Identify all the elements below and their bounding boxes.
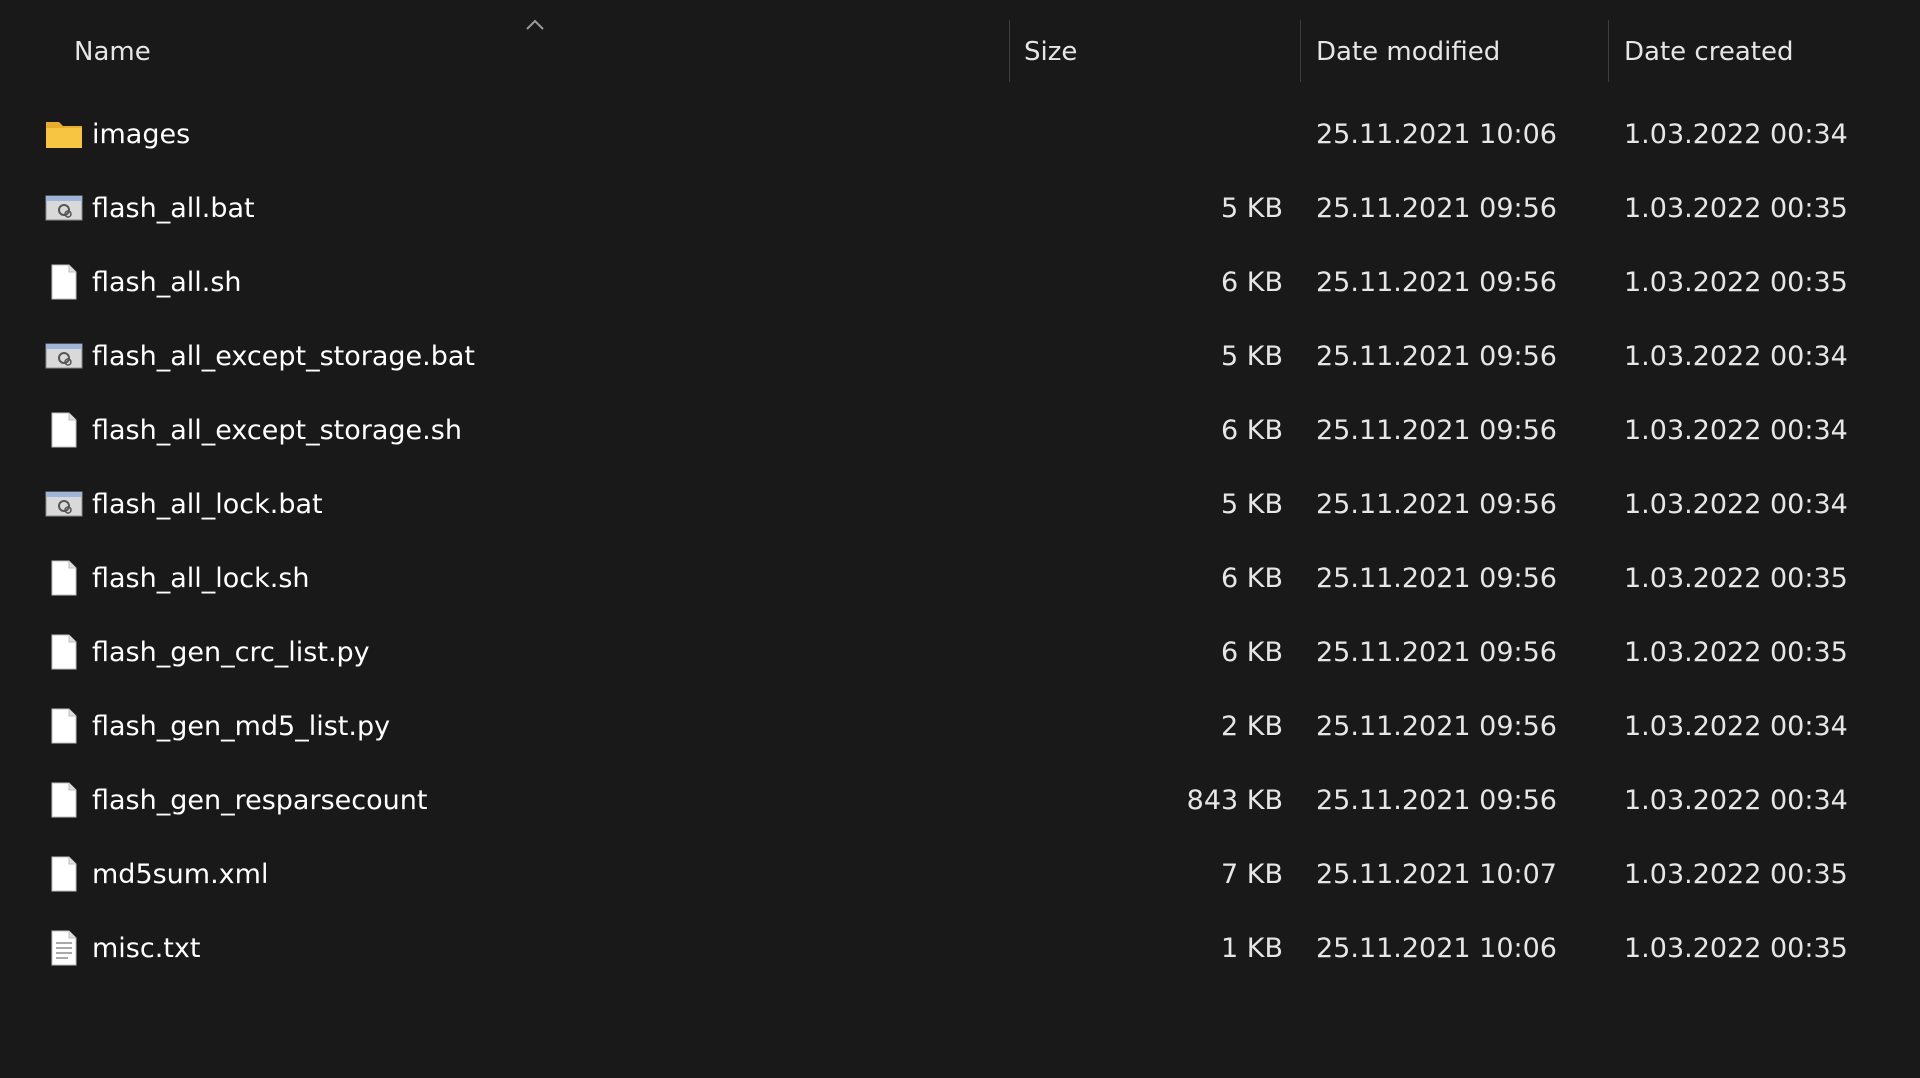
file-date-created: 1.03.2022 00:35 <box>1624 267 1848 298</box>
file-size: 2 KB <box>1221 711 1283 742</box>
file-date-created: 1.03.2022 00:34 <box>1624 711 1848 742</box>
column-divider[interactable] <box>1300 20 1301 82</box>
file-date-modified: 25.11.2021 09:56 <box>1316 563 1557 594</box>
file-date-created: 1.03.2022 00:34 <box>1624 119 1848 150</box>
file-name: flash_all_lock.sh <box>92 563 310 594</box>
file-date-modified: 25.11.2021 09:56 <box>1316 785 1557 816</box>
file-name: misc.txt <box>92 933 201 964</box>
text-file-icon <box>44 928 84 968</box>
column-header-size[interactable]: Size <box>1024 28 1294 76</box>
file-icon <box>44 854 84 894</box>
batch-file-icon <box>44 188 84 228</box>
file-date-modified: 25.11.2021 09:56 <box>1316 415 1557 446</box>
column-header-name[interactable]: Name <box>74 28 1004 76</box>
folder-icon <box>44 114 84 154</box>
file-row[interactable]: flash_all_lock.sh 6 KB 25.11.2021 09:56 … <box>0 542 1920 616</box>
file-date-modified: 25.11.2021 09:56 <box>1316 193 1557 224</box>
file-size: 6 KB <box>1221 637 1283 668</box>
file-date-created: 1.03.2022 00:35 <box>1624 563 1848 594</box>
file-date-created: 1.03.2022 00:34 <box>1624 785 1848 816</box>
file-size: 6 KB <box>1221 415 1283 446</box>
file-date-modified: 25.11.2021 09:56 <box>1316 489 1557 520</box>
batch-file-icon <box>44 336 84 376</box>
file-name: images <box>92 119 191 150</box>
file-icon <box>44 780 84 820</box>
file-date-modified: 25.11.2021 10:06 <box>1316 933 1557 964</box>
file-date-modified: 25.11.2021 10:06 <box>1316 119 1557 150</box>
file-row[interactable]: flash_all.sh 6 KB 25.11.2021 09:56 1.03.… <box>0 246 1920 320</box>
file-size: 1 KB <box>1221 933 1283 964</box>
file-name: flash_all_except_storage.sh <box>92 415 462 446</box>
file-date-created: 1.03.2022 00:35 <box>1624 859 1848 890</box>
file-row[interactable]: images 25.11.2021 10:06 1.03.2022 00:34 <box>0 98 1920 172</box>
file-date-created: 1.03.2022 00:34 <box>1624 341 1848 372</box>
batch-file-icon <box>44 484 84 524</box>
file-date-modified: 25.11.2021 09:56 <box>1316 711 1557 742</box>
file-size: 6 KB <box>1221 267 1283 298</box>
file-size: 7 KB <box>1221 859 1283 890</box>
file-list: images 25.11.2021 10:06 1.03.2022 00:34 … <box>0 98 1920 986</box>
file-date-modified: 25.11.2021 09:56 <box>1316 267 1557 298</box>
file-row[interactable]: flash_all.bat 5 KB 25.11.2021 09:56 1.03… <box>0 172 1920 246</box>
file-size: 843 KB <box>1186 785 1283 816</box>
file-date-modified: 25.11.2021 09:56 <box>1316 637 1557 668</box>
file-date-created: 1.03.2022 00:34 <box>1624 415 1848 446</box>
file-name: flash_gen_resparsecount <box>92 785 428 816</box>
file-icon <box>44 558 84 598</box>
file-name: flash_gen_crc_list.py <box>92 637 370 668</box>
file-row[interactable]: flash_gen_crc_list.py 6 KB 25.11.2021 09… <box>0 616 1920 690</box>
file-date-created: 1.03.2022 00:35 <box>1624 193 1848 224</box>
column-header-date-created[interactable]: Date created <box>1624 28 1904 76</box>
column-divider[interactable] <box>1009 20 1010 82</box>
file-row[interactable]: md5sum.xml 7 KB 25.11.2021 10:07 1.03.20… <box>0 838 1920 912</box>
file-size: 5 KB <box>1221 489 1283 520</box>
file-name: flash_all_except_storage.bat <box>92 341 476 372</box>
file-date-modified: 25.11.2021 09:56 <box>1316 341 1557 372</box>
file-date-modified: 25.11.2021 10:07 <box>1316 859 1557 890</box>
file-name: md5sum.xml <box>92 859 269 890</box>
file-date-created: 1.03.2022 00:35 <box>1624 933 1848 964</box>
column-header-bar: Name Size Date modified Date created <box>0 0 1920 104</box>
file-name: flash_all.sh <box>92 267 242 298</box>
file-row[interactable]: flash_gen_md5_list.py 2 KB 25.11.2021 09… <box>0 690 1920 764</box>
file-row[interactable]: flash_all_except_storage.sh 6 KB 25.11.2… <box>0 394 1920 468</box>
file-icon <box>44 410 84 450</box>
file-row[interactable]: misc.txt 1 KB 25.11.2021 10:06 1.03.2022… <box>0 912 1920 986</box>
column-divider[interactable] <box>1608 20 1609 82</box>
file-size: 5 KB <box>1221 193 1283 224</box>
file-row[interactable]: flash_all_except_storage.bat 5 KB 25.11.… <box>0 320 1920 394</box>
file-date-created: 1.03.2022 00:34 <box>1624 489 1848 520</box>
file-date-created: 1.03.2022 00:35 <box>1624 637 1848 668</box>
file-size: 5 KB <box>1221 341 1283 372</box>
file-icon <box>44 706 84 746</box>
file-name: flash_gen_md5_list.py <box>92 711 391 742</box>
file-icon <box>44 262 84 302</box>
file-row[interactable]: flash_gen_resparsecount 843 KB 25.11.202… <box>0 764 1920 838</box>
file-name: flash_all_lock.bat <box>92 489 323 520</box>
file-icon <box>44 632 84 672</box>
file-row[interactable]: flash_all_lock.bat 5 KB 25.11.2021 09:56… <box>0 468 1920 542</box>
file-size: 6 KB <box>1221 563 1283 594</box>
column-header-date-modified[interactable]: Date modified <box>1316 28 1606 76</box>
file-name: flash_all.bat <box>92 193 255 224</box>
